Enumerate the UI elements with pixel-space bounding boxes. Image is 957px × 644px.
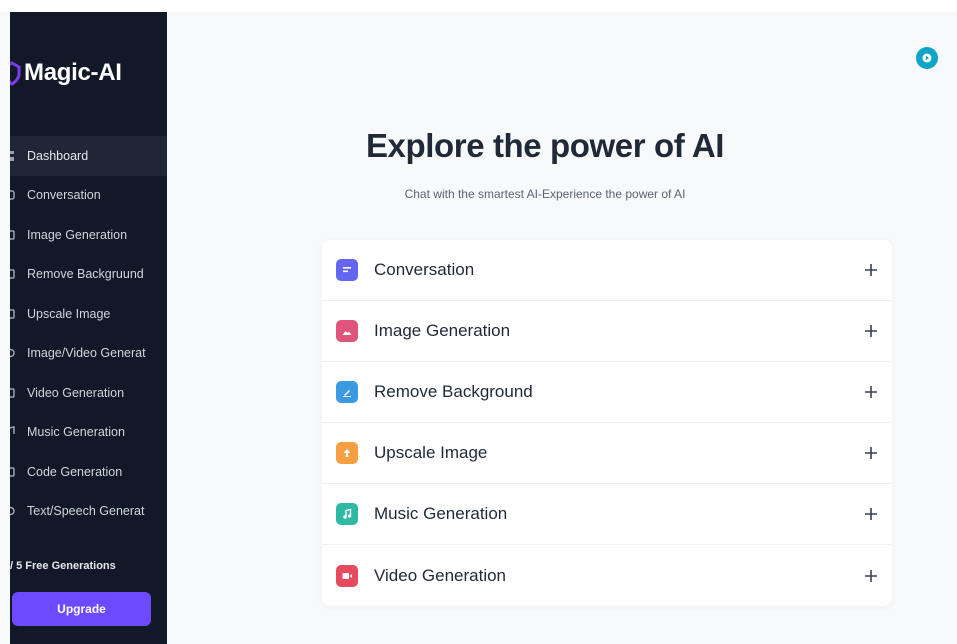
brand[interactable]: Magic-AI [10,59,122,87]
sidebar-item-image-video-generation[interactable]: Image/Video Generat [10,334,167,374]
dashboard-icon [10,150,14,161]
tool-card-video-generation[interactable]: Video Generation [322,545,892,606]
chat-bubble-icon [336,259,358,281]
plus-icon[interactable] [864,507,878,521]
edit-image-icon [336,381,358,403]
sidebar-item-label: Image Generation [27,227,128,242]
sidebar-item-label: Music Generation [27,425,125,440]
top-strip [0,0,957,12]
sidebar-item-dashboard[interactable]: Dashboard [10,136,167,176]
sidebar-item-label: Upscale Image [27,306,111,321]
tool-label: Video Generation [374,565,507,585]
upscale-arrow-icon [336,442,358,464]
sidebar-nav: Dashboard Conversation Image Generation … [10,136,167,531]
tool-label: Remove Background [374,382,533,401]
sidebar-item-label: Text/Speech Generat [27,504,145,519]
tool-card-image-generation[interactable]: Image Generation [322,301,892,362]
tool-card-remove-background[interactable]: Remove Background [322,362,892,423]
sidebar-item-label: Video Generation [27,385,125,400]
sidebar-item-conversation[interactable]: Conversation [10,176,167,216]
image-icon [336,320,358,342]
free-generations-counter: / 5 Free Generations [10,560,116,572]
plus-icon[interactable] [864,324,878,338]
chat-icon [10,190,15,200]
sidebar-item-video-generation[interactable]: Video Generation [10,373,167,413]
sidebar-item-label: Conversation [27,188,101,203]
tool-card-conversation[interactable]: Conversation [322,240,892,301]
user-avatar-icon [922,53,932,63]
image-icon [10,230,15,240]
app-name: Magic-AI [24,59,122,86]
tool-label: Image Generation [374,321,511,340]
plus-icon[interactable] [864,446,878,460]
tool-label: Music Generation [374,504,508,523]
sidebar-item-label: Dashboard [27,148,89,163]
sidebar-item-label: Image/Video Generat [27,346,146,361]
sidebar-item-code-generation[interactable]: Code Generation [10,452,167,492]
upscale-icon [10,309,15,319]
video-icon [336,564,358,587]
code-icon [10,467,15,477]
logo-icon [10,61,21,86]
sidebar-item-text-speech-generation[interactable]: Text/Speech Generat [10,492,167,532]
user-avatar-button[interactable] [916,47,938,69]
tool-label: Conversation [374,260,475,279]
background-icon [10,269,15,279]
tool-card-upscale-image[interactable]: Upscale Image [322,423,892,484]
plus-icon[interactable] [864,569,878,583]
plus-icon[interactable] [864,385,878,399]
speech-icon [10,507,15,516]
upgrade-button[interactable]: Upgrade [12,592,151,626]
plus-icon[interactable] [864,263,878,277]
sidebar: Magic-AI Dashboard Conversation Image Ge… [10,12,167,644]
sidebar-item-remove-background[interactable]: Remove Backgruund [10,255,167,295]
tool-list: Conversation Image Generation Remove Bac… [322,240,892,606]
sidebar-item-label: Remove Backgruund [27,267,144,282]
page-title: Explore the power of AI [365,127,725,164]
sidebar-item-image-generation[interactable]: Image Generation [10,215,167,255]
video-icon [10,388,15,398]
tool-card-music-generation[interactable]: Music Generation [322,484,892,545]
sidebar-item-label: Code Generation [27,464,123,479]
media-icon [10,349,15,358]
tool-label: Upscale Image [374,443,488,462]
music-icon [10,426,15,435]
page-subtitle: Chat with the smartest AI-Experience the… [404,187,686,201]
sidebar-item-music-generation[interactable]: Music Generation [10,413,167,453]
sidebar-item-upscale-image[interactable]: Upscale Image [10,294,167,334]
music-note-icon [336,503,358,525]
